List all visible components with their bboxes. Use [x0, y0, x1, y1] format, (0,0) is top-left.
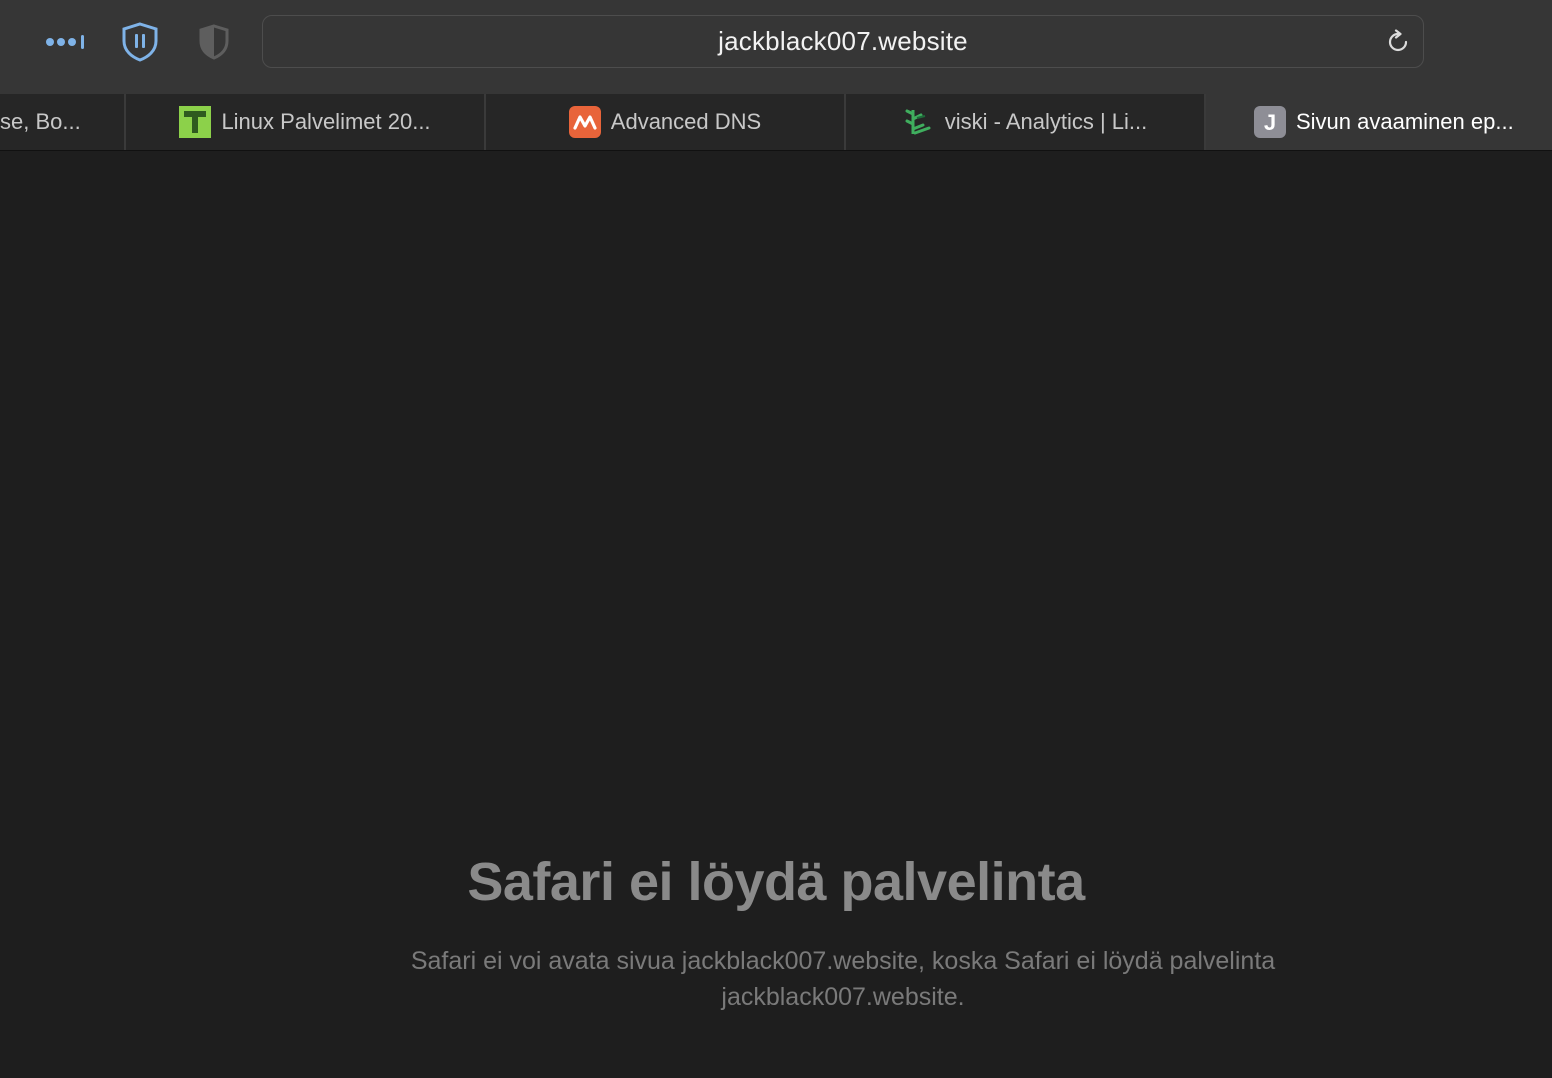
tab-bar: se, Bo... Linux Palvelimet 20... Advance… — [0, 94, 1552, 151]
tab-5-active[interactable]: J Sivun avaaminen ep... — [1206, 94, 1552, 150]
tab-1[interactable]: se, Bo... — [0, 94, 124, 150]
address-bar[interactable]: jackblack007.website — [262, 15, 1424, 68]
shield-icon[interactable] — [196, 22, 232, 62]
tab-label: viski - Analytics | Li... — [944, 109, 1148, 134]
tab-label: Linux Palvelimet 20... — [221, 109, 431, 134]
tab-2[interactable]: Linux Palvelimet 20... — [126, 94, 484, 150]
namecheap-logo-icon — [568, 106, 601, 138]
error-description: Safari ei voi avata sivua jackblack007.w… — [410, 947, 1276, 1011]
page-content: Safari ei löydä palvelinta Safari ei voi… — [0, 151, 1552, 1078]
reload-icon[interactable] — [1383, 27, 1413, 57]
tab-3[interactable]: Advanced DNS — [486, 94, 844, 150]
tab-label: Advanced DNS — [610, 109, 762, 134]
1password-icon[interactable] — [44, 28, 88, 56]
svg-text:J: J — [1264, 110, 1276, 135]
plant-icon — [903, 106, 935, 138]
error-title: Safari ei löydä palvelinta — [467, 852, 1085, 912]
address-text[interactable]: jackblack007.website — [263, 16, 1423, 67]
tab-label: se, Bo... — [0, 109, 81, 134]
browser-toolbar: jackblack007.website — [0, 0, 1552, 94]
tab-label: Sivun avaaminen ep... — [1296, 109, 1514, 134]
letter-j-icon: J — [1254, 106, 1286, 138]
t-logo-icon — [179, 106, 212, 138]
tab-4[interactable]: viski - Analytics | Li... — [846, 94, 1204, 150]
bitwarden-icon[interactable] — [118, 20, 162, 64]
